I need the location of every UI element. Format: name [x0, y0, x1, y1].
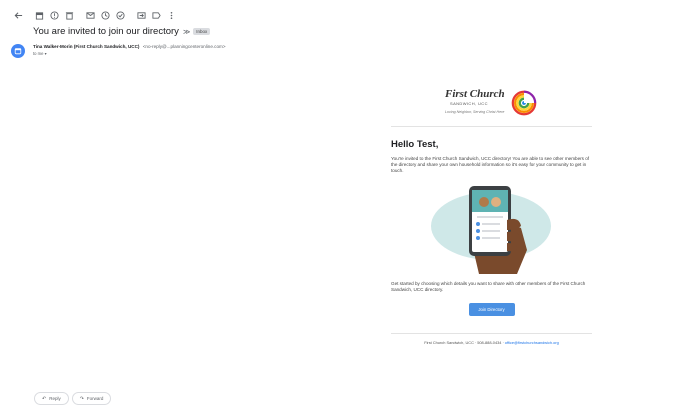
rainbow-swirl-icon: [511, 90, 538, 116]
delete-icon[interactable]: [63, 9, 76, 21]
caret-down-icon[interactable]: ▾: [45, 51, 47, 56]
email-subject: You are invited to join our directory: [33, 26, 179, 37]
forward-icon: ↷: [79, 395, 84, 402]
footer-email-link[interactable]: office@firstchurchsandwich.org: [505, 340, 559, 345]
archive-icon[interactable]: [33, 9, 46, 21]
avatar[interactable]: [11, 44, 25, 58]
divider: [391, 126, 592, 127]
recipient-details[interactable]: to me ▾: [33, 51, 47, 56]
logo-title: First Church: [445, 88, 505, 100]
add-task-icon[interactable]: [114, 9, 127, 21]
label-icon[interactable]: [150, 9, 163, 21]
reply-icon: ↶: [42, 395, 47, 402]
logo-subtitle: SANDWICH, UCC: [450, 101, 488, 106]
logo-tagline: Loving Neighbor, Serving Christ Here: [445, 110, 505, 114]
to-line: to me: [33, 51, 44, 56]
sender-name[interactable]: Tina Walker-Morin (First Church Sandwich…: [33, 44, 139, 49]
reply-label: Reply: [49, 396, 61, 401]
toolbar: [12, 9, 180, 21]
divider: [391, 333, 592, 334]
inbox-label-chip[interactable]: Inbox: [193, 28, 211, 35]
snooze-icon[interactable]: [99, 9, 112, 21]
reply-button[interactable]: ↶ Reply: [34, 392, 69, 405]
footer-phone: 508-888-0434: [477, 340, 502, 345]
calendar-icon: [14, 48, 22, 55]
join-directory-button[interactable]: Join Directory: [468, 303, 515, 316]
church-logo: First Church SANDWICH, UCC Loving Neighb…: [391, 80, 592, 126]
forward-button[interactable]: ↷ Forward: [71, 392, 112, 405]
back-arrow-icon[interactable]: [12, 9, 25, 21]
footer-org: First Church Sandwich, UCC: [424, 340, 474, 345]
phone-illustration: [391, 174, 592, 280]
sender-email: <no-reply@...planningcenteronline.com>: [142, 44, 226, 49]
move-to-icon[interactable]: [135, 9, 148, 21]
report-spam-icon[interactable]: [48, 9, 61, 21]
cta-paragraph: Get started by choosing which details yo…: [391, 281, 586, 292]
mark-unread-icon[interactable]: [84, 9, 97, 21]
reply-actions: ↶ Reply ↷ Forward: [34, 392, 114, 405]
email-body: First Church SANDWICH, UCC Loving Neighb…: [391, 80, 592, 345]
forward-label: Forward: [86, 396, 104, 401]
greeting: Hello Test,: [391, 139, 439, 150]
more-icon[interactable]: [165, 9, 178, 21]
sender-line: Tina Walker-Morin (First Church Sandwich…: [33, 44, 226, 49]
important-marker-icon[interactable]: ≫: [183, 28, 190, 36]
email-footer: First Church Sandwich, UCC·508-888-0434·…: [424, 340, 559, 345]
subject-row: You are invited to join our directory ≫ …: [33, 26, 211, 37]
intro-paragraph: You're invited to the First Church Sandw…: [391, 156, 590, 173]
